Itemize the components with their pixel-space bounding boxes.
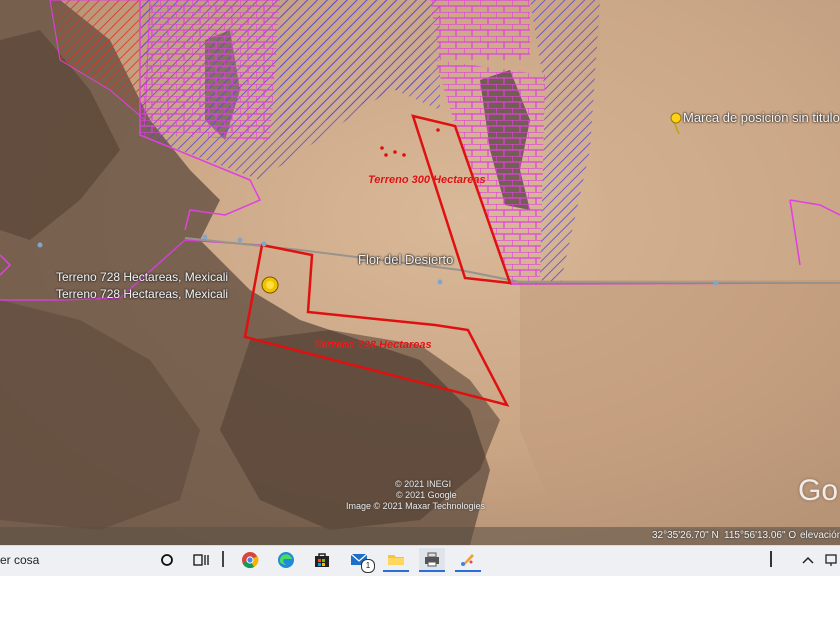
credit-inegi: © 2021 INEGI bbox=[395, 479, 452, 489]
satellite-map[interactable]: Terreno 300 Hectareas Terreno 728 Hectar… bbox=[0, 0, 840, 545]
terreno-728-label: Terreno 728 Hectareas bbox=[314, 339, 432, 351]
search-circle-icon[interactable] bbox=[154, 548, 180, 572]
credit-google: © 2021 Google bbox=[396, 490, 457, 500]
google-logo: Go bbox=[798, 474, 839, 507]
paint-icon[interactable] bbox=[455, 548, 481, 572]
sun-placemark-icon[interactable] bbox=[261, 276, 279, 294]
store-icon[interactable] bbox=[309, 548, 335, 572]
credit-maxar: Image © 2021 Maxar Technologies bbox=[346, 501, 486, 511]
latitude-readout: 32°35'26.70" N bbox=[652, 530, 719, 541]
elevation-label: elevación bbox=[800, 530, 840, 541]
placemark-label-2[interactable]: Terreno 728 Hectareas, Mexicali bbox=[56, 287, 228, 301]
taskbar-search-input[interactable]: er cosa bbox=[0, 553, 39, 567]
placemark-label-1[interactable]: Terreno 728 Hectareas, Mexicali bbox=[56, 270, 228, 284]
road-label: Flor del Desierto bbox=[358, 252, 454, 267]
taskbar-divider-right bbox=[770, 551, 772, 567]
mail-badge: 1 bbox=[361, 559, 375, 573]
chrome-icon[interactable] bbox=[237, 548, 263, 572]
placemark-label-untitled[interactable]: Marca de posición sin titulo bbox=[683, 110, 840, 125]
taskbar-divider bbox=[222, 551, 224, 567]
terreno-300-label: Terreno 300 Hectareas bbox=[368, 174, 486, 186]
task-view-icon[interactable] bbox=[188, 548, 214, 572]
printer-icon[interactable] bbox=[419, 548, 445, 572]
file-explorer-icon[interactable] bbox=[383, 548, 409, 572]
network-icon[interactable] bbox=[818, 548, 840, 572]
edge-icon[interactable] bbox=[273, 548, 299, 572]
longitude-readout: 115°56'13.06" O bbox=[724, 530, 797, 541]
